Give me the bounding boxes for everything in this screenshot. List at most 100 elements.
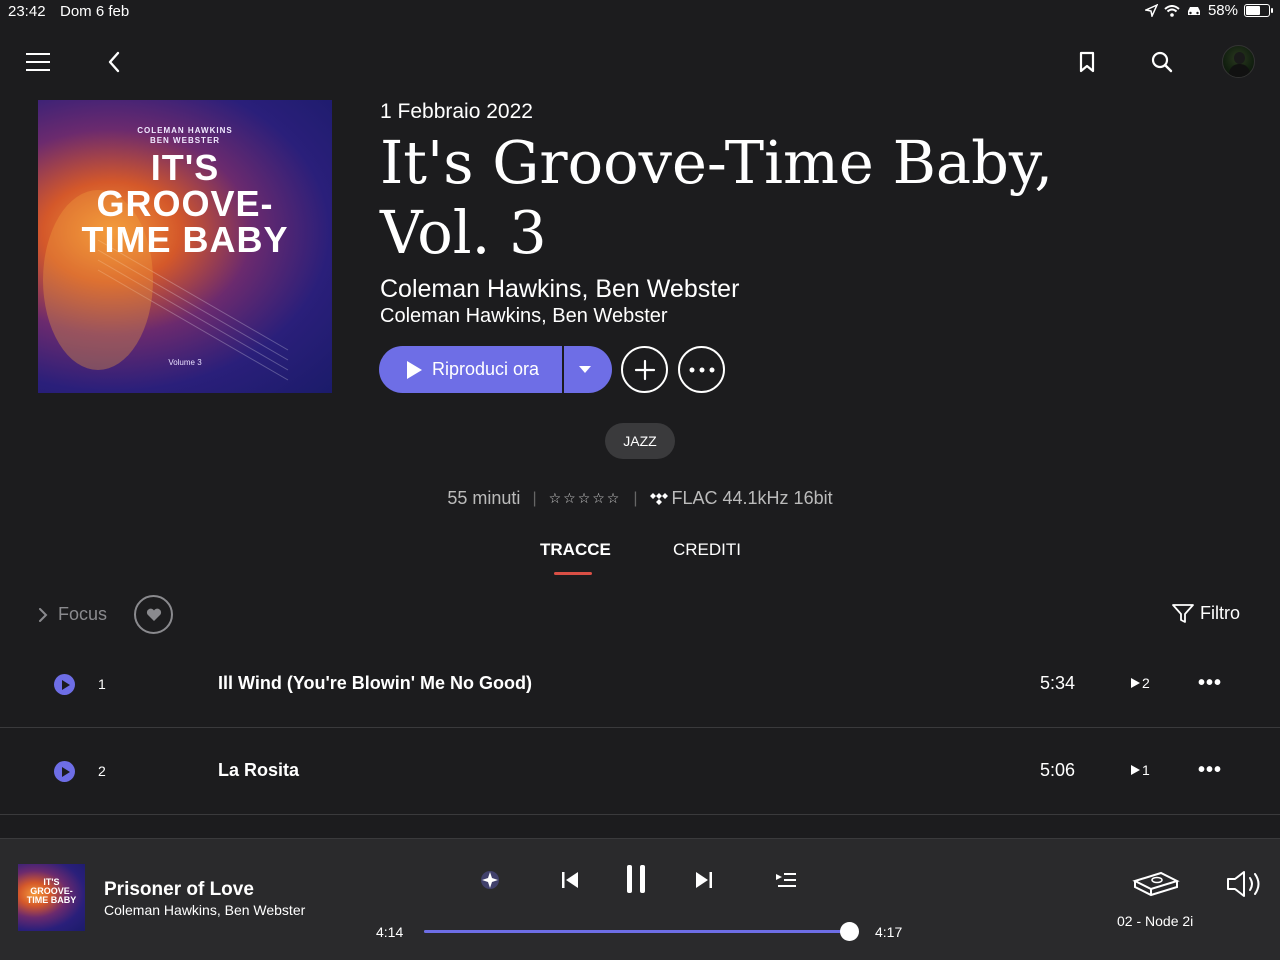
favorite-button[interactable] — [134, 595, 173, 634]
progress-fill — [424, 930, 849, 933]
play-icon — [61, 679, 70, 690]
more-options-button[interactable] — [678, 346, 725, 393]
device-icon — [1132, 871, 1180, 897]
meta-separator: | — [532, 489, 537, 507]
cover-artist-line1: COLEMAN HAWKINS — [137, 126, 233, 135]
track-duration: 5:34 — [1040, 673, 1076, 693]
queue-button[interactable] — [772, 866, 800, 894]
album-meta: 55 minuti | ☆☆☆☆☆ | FLAC 44.1kHz 16bit — [0, 488, 1280, 509]
track-row[interactable]: 2 La Rosita 5:06 1 ••• — [0, 729, 1280, 815]
bookmark-button[interactable] — [1073, 48, 1101, 76]
total-time: 4:17 — [875, 924, 903, 940]
status-date: Dom 6 feb — [60, 3, 130, 20]
heart-icon — [146, 608, 161, 621]
genre-tag[interactable]: JAZZ — [605, 423, 675, 459]
mini-cover-title: IT'S GROOVE- TIME BABY — [26, 877, 77, 905]
now-playing-cover[interactable]: IT'S GROOVE- TIME BABY — [18, 864, 85, 931]
tidal-icon — [649, 492, 668, 505]
queue-icon — [776, 873, 796, 887]
now-playing-artist[interactable]: Coleman Hawkins, Ben Webster — [104, 902, 305, 918]
battery-percent: 58% — [1207, 2, 1238, 19]
status-bar: 23:42 Dom 6 feb 58% — [0, 0, 1280, 24]
track-more-button[interactable]: ••• — [1198, 759, 1222, 782]
elapsed-time: 4:14 — [376, 924, 404, 940]
track-number: 2 — [98, 763, 106, 779]
album-title: It's Groove-Time Baby, Vol. 3 — [380, 128, 1054, 267]
menu-button[interactable] — [24, 48, 52, 76]
search-button[interactable] — [1148, 48, 1176, 76]
next-button[interactable] — [690, 866, 718, 894]
play-icon — [407, 360, 422, 379]
album-artist[interactable]: Coleman Hawkins, Ben Webster — [380, 275, 739, 304]
track-duration: 5:06 — [1040, 760, 1076, 780]
track-play-button[interactable] — [54, 674, 75, 695]
cover-artist-line2: BEN WEBSTER — [149, 136, 221, 145]
track-number: 1 — [98, 676, 106, 692]
play-count-value: 2 — [1142, 675, 1150, 691]
quality-label: FLAC 44.1kHz 16bit — [671, 488, 833, 508]
rating-stars[interactable]: ☆☆☆☆☆ — [549, 490, 622, 507]
battery-icon — [1244, 4, 1273, 17]
filter-button[interactable]: Filtro — [1172, 603, 1240, 624]
audio-quality: FLAC 44.1kHz 16bit — [649, 488, 833, 509]
album-artist-secondary[interactable]: Coleman Hawkins, Ben Webster — [380, 305, 668, 328]
chevron-right-icon — [39, 607, 48, 622]
play-count-icon — [1131, 765, 1140, 775]
track-title: La Rosita — [218, 760, 300, 780]
volume-button[interactable] — [1224, 866, 1264, 902]
menu-icon — [26, 53, 50, 71]
radio-icon — [481, 871, 499, 889]
tab-crediti[interactable]: CREDITI — [673, 540, 741, 560]
next-icon — [696, 872, 712, 888]
back-button[interactable] — [100, 48, 128, 76]
now-playing-title[interactable]: Prisoner of Love — [104, 879, 254, 901]
search-icon — [1151, 51, 1173, 73]
track-play-count: 1 — [1131, 762, 1150, 778]
pause-icon — [627, 865, 645, 893]
chevron-down-icon — [579, 366, 591, 373]
play-count-icon — [1131, 678, 1140, 688]
track-row[interactable]: 1 Ill Wind (You're Blowin' Me No Good) 5… — [0, 642, 1280, 728]
album-cover: COLEMAN HAWKINS BEN WEBSTER IT'S GROOVE-… — [38, 100, 332, 393]
location-icon — [1144, 4, 1158, 17]
previous-icon — [562, 872, 578, 888]
status-time: 23:42 — [8, 3, 46, 20]
cover-volume: Volume 3 — [168, 358, 202, 367]
play-now-label: Riproduci ora — [432, 359, 540, 379]
plus-icon — [634, 359, 655, 380]
album-duration: 55 minuti — [447, 488, 521, 508]
volume-icon — [1227, 871, 1260, 897]
play-count-value: 1 — [1142, 762, 1150, 778]
track-more-button[interactable]: ••• — [1198, 672, 1222, 695]
previous-button[interactable] — [556, 866, 584, 894]
release-date: 1 Febbraio 2022 — [380, 100, 533, 123]
cover-title: IT'S GROOVE- TIME BABY — [81, 147, 289, 260]
track-play-button[interactable] — [54, 761, 75, 782]
device-name[interactable]: 02 - Node 2i — [1117, 913, 1193, 929]
car-icon — [1187, 6, 1200, 15]
play-icon — [61, 766, 70, 777]
track-play-count: 2 — [1131, 675, 1150, 691]
tab-tracce[interactable]: TRACCE — [540, 540, 611, 560]
radio-button[interactable] — [476, 866, 504, 894]
back-icon — [108, 51, 120, 73]
filter-icon — [1172, 603, 1194, 623]
play-now-button[interactable]: Riproduci ora — [379, 346, 562, 393]
play-options-dropdown[interactable] — [564, 346, 612, 393]
device-button[interactable] — [1128, 864, 1184, 904]
meta-separator: | — [633, 489, 638, 507]
progress-handle[interactable] — [839, 922, 859, 941]
pause-button[interactable] — [620, 862, 652, 896]
progress-bar[interactable] — [424, 930, 854, 933]
more-icon — [689, 367, 714, 372]
add-button[interactable] — [621, 346, 668, 393]
avatar[interactable] — [1222, 45, 1255, 78]
wifi-icon — [1164, 4, 1180, 17]
bookmark-icon — [1079, 51, 1095, 73]
filter-label: Filtro — [1200, 603, 1240, 623]
status-indicators: 58% — [1144, 2, 1273, 19]
active-tab-indicator — [554, 572, 592, 575]
track-title: Ill Wind (You're Blowin' Me No Good) — [218, 673, 533, 693]
focus-label: Focus — [58, 604, 108, 624]
focus-toggle[interactable]: Focus — [38, 604, 107, 625]
